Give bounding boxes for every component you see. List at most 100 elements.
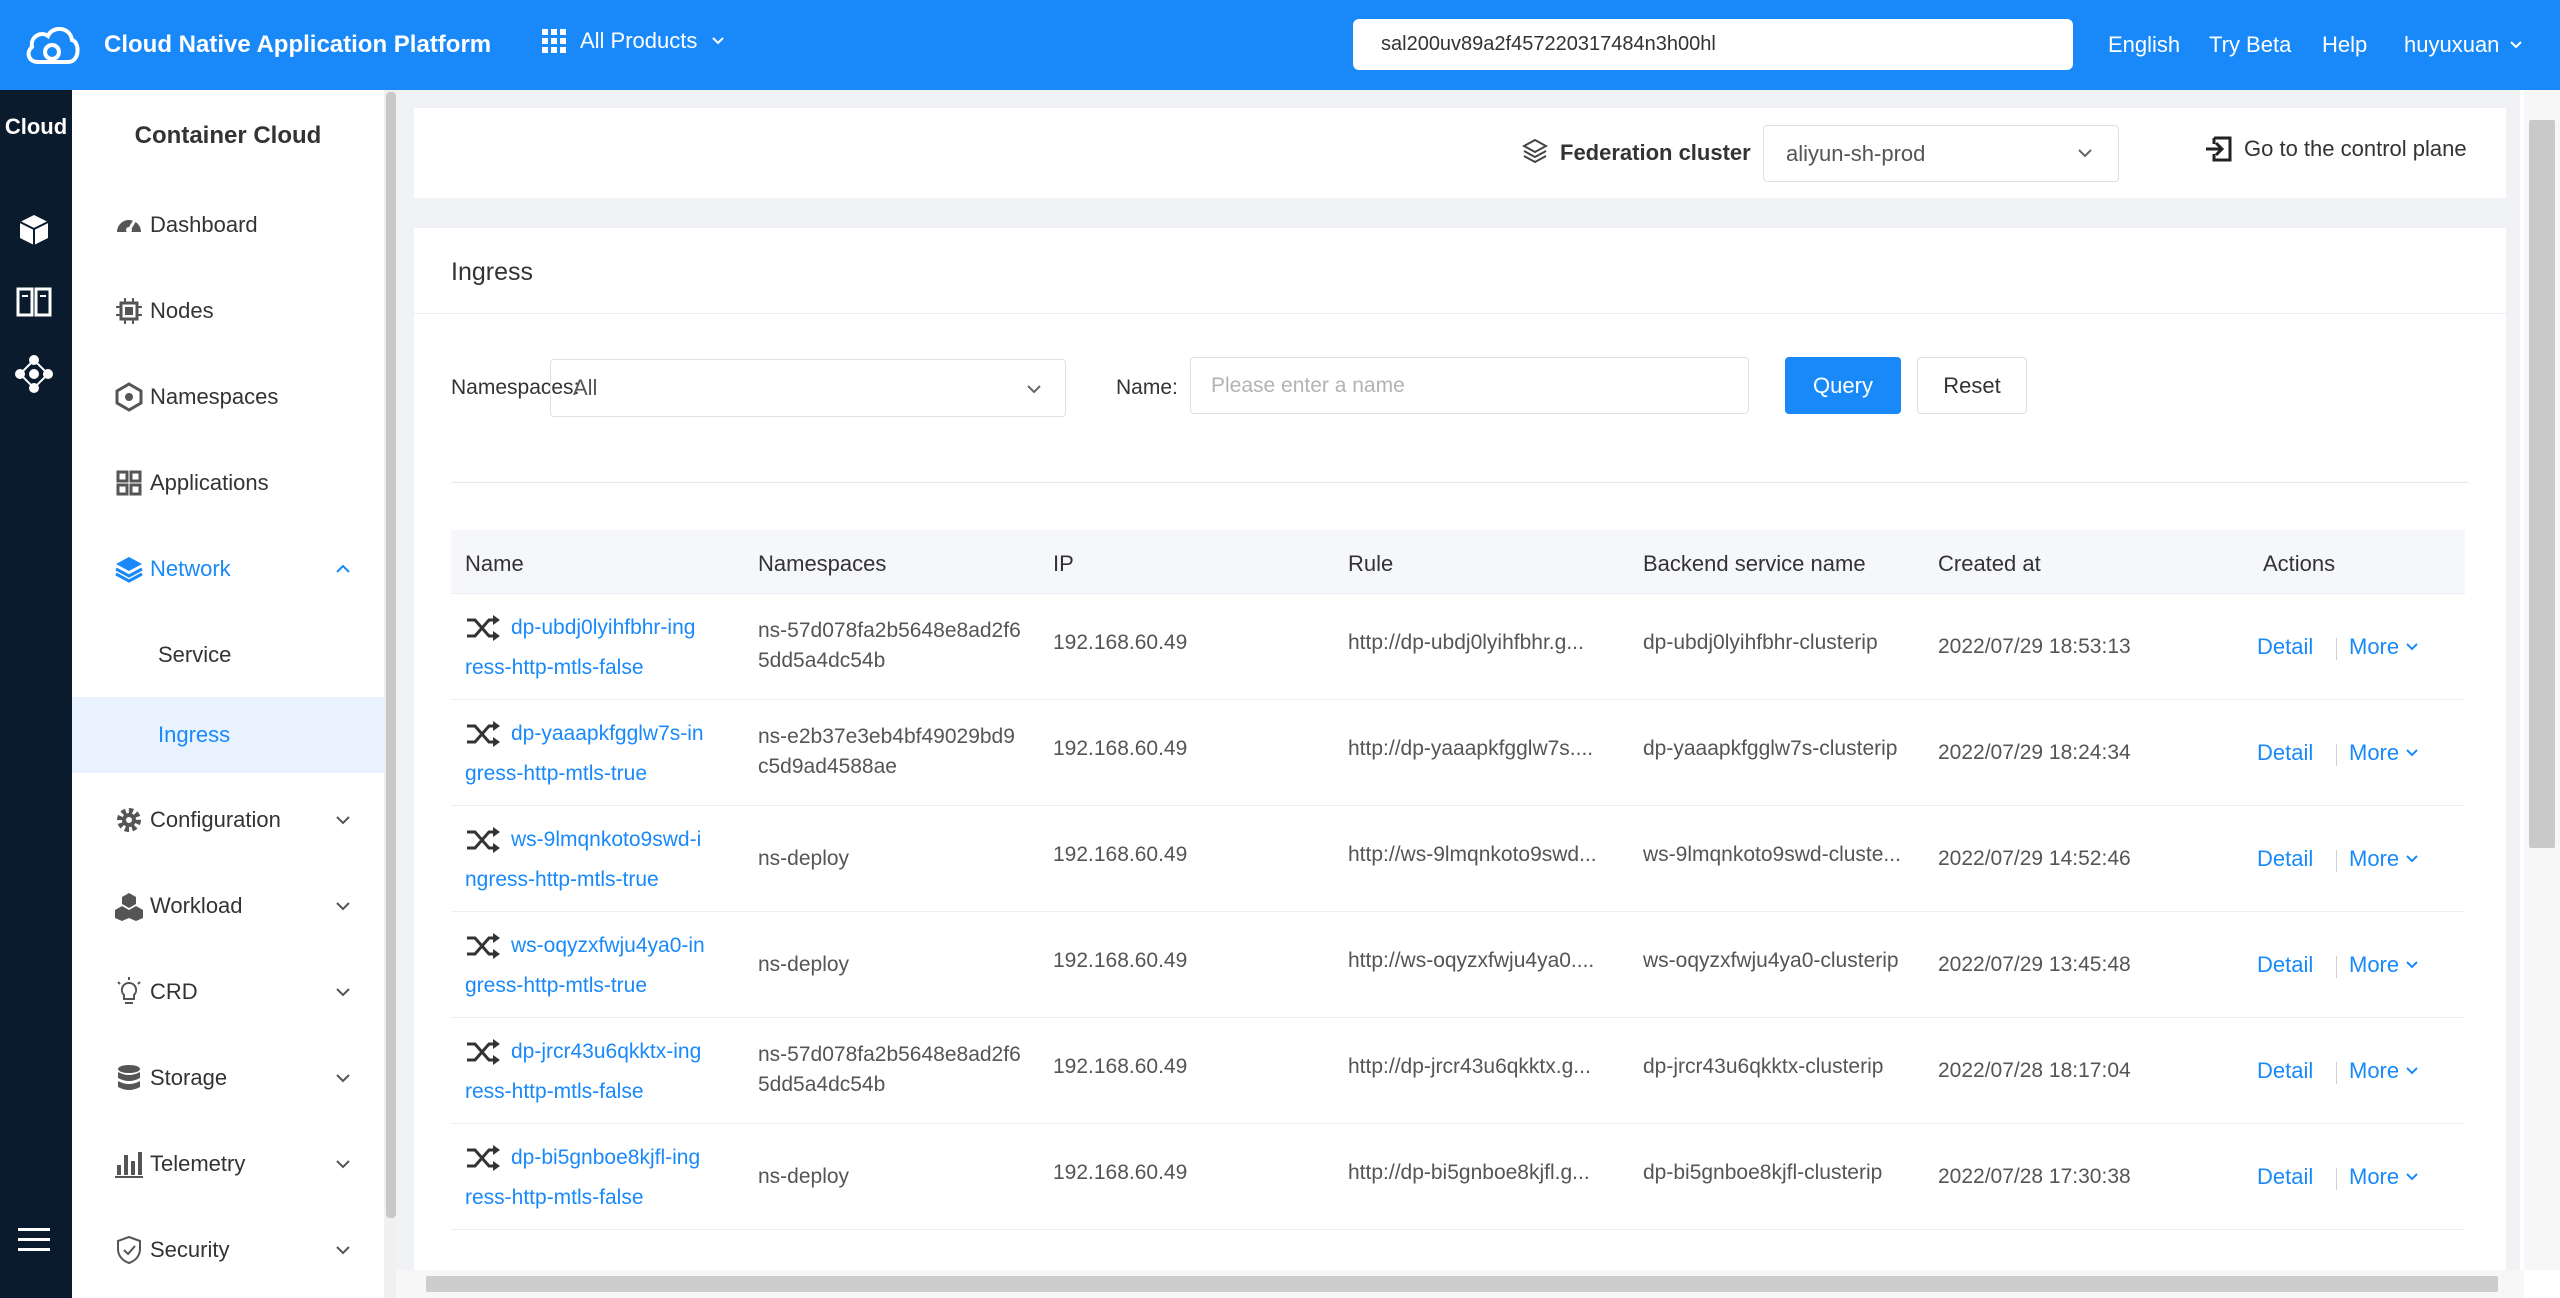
backend-service-cell: ws-oqyzxfwju4ya0-clusterip xyxy=(1643,949,1899,972)
detail-link[interactable]: Detail xyxy=(2257,952,2313,978)
cloud-logo-icon[interactable] xyxy=(24,22,80,68)
column-header-rule[interactable]: Rule xyxy=(1348,551,1393,577)
sidebar-item-label: Applications xyxy=(150,470,269,495)
detail-link[interactable]: Detail xyxy=(2257,740,2313,766)
sidebar-item-label: Security xyxy=(150,1237,230,1262)
go-to-control-plane-link[interactable]: Go to the control plane xyxy=(2204,134,2467,164)
rule-cell: http://dp-yaaapkfgglw7s.... xyxy=(1348,737,1594,760)
detail-link[interactable]: Detail xyxy=(2257,1058,2313,1084)
detail-link[interactable]: Detail xyxy=(2257,634,2313,660)
sidebar-item-label: Namespaces xyxy=(150,384,279,409)
column-header-actions: Actions xyxy=(2263,551,2336,576)
ingress-name-link[interactable]: ws-9lmqnkoto9swd-i ngress-http-mtls-true xyxy=(465,820,725,900)
sidebar-item-crd[interactable]: CRD xyxy=(72,962,384,1022)
chevron-up-icon xyxy=(336,564,350,573)
sidebar-item-label: Service xyxy=(158,642,232,667)
sidebar-item-ingress[interactable]: Ingress xyxy=(72,697,384,773)
cluster-icon[interactable] xyxy=(14,354,54,394)
column-header-created-at[interactable]: Created at xyxy=(1938,551,2041,577)
global-search-input[interactable]: sal200uv89a2f457220317484n3h00hl xyxy=(1353,19,2073,70)
column-header-namespaces[interactable]: Namespaces xyxy=(758,551,886,577)
sidebar-heading: Container Cloud xyxy=(134,122,322,149)
federation-cluster-value: aliyun-sh-prod xyxy=(1786,141,1926,166)
content-vertical-scroll-thumb[interactable] xyxy=(2529,120,2555,848)
more-dropdown[interactable]: More xyxy=(2349,846,2419,872)
detail-link[interactable]: Detail xyxy=(2257,846,2313,872)
bar-chart-icon xyxy=(115,1152,143,1178)
more-dropdown[interactable]: More xyxy=(2349,634,2419,660)
chevron-down-icon xyxy=(336,816,350,825)
ingress-name-link[interactable]: dp-ubdj0lyihfbhr-ing ress-http-mtls-false xyxy=(465,608,725,688)
more-label: More xyxy=(2349,740,2400,765)
ingress-name-link[interactable]: dp-jrcr43u6qkktx-ing ress-http-mtls-false xyxy=(465,1032,725,1112)
sidebar-item-label: Network xyxy=(150,556,231,581)
column-header-backend-service[interactable]: Backend service name xyxy=(1643,551,1866,577)
ingress-name-line: dp-jrcr43u6qkktx-ing xyxy=(511,1040,702,1063)
sidebar-item-nodes[interactable]: Nodes xyxy=(72,281,384,341)
name-input[interactable]: Please enter a name xyxy=(1190,357,1749,414)
sidebar-item-label: CRD xyxy=(150,979,198,1004)
bulb-icon xyxy=(117,977,141,1004)
ingress-name-line: dp-bi5gnboe8kjfl-ing xyxy=(511,1146,701,1169)
sidebar-item-service[interactable]: Service xyxy=(72,617,384,693)
more-dropdown[interactable]: More xyxy=(2349,1164,2419,1190)
chevron-down-icon xyxy=(336,988,350,997)
sidebar-item-storage[interactable]: Storage xyxy=(72,1048,384,1108)
user-name: huyuxuan xyxy=(2404,32,2500,57)
all-products-menu[interactable]: All Products xyxy=(542,28,725,54)
more-dropdown[interactable]: More xyxy=(2349,952,2419,978)
sidebar-item-network[interactable]: Network xyxy=(72,539,384,599)
divider xyxy=(451,482,2469,483)
name-filter-label: Name: xyxy=(1116,376,1178,399)
ingress-name-link[interactable]: dp-bi5gnboe8kjfl-ing ress-http-mtls-false xyxy=(465,1138,725,1218)
more-label: More xyxy=(2349,846,2400,871)
backend-service-cell: dp-jrcr43u6qkktx-clusterip xyxy=(1643,1055,1884,1078)
more-label: More xyxy=(2349,1164,2400,1189)
sidebar-item-applications[interactable]: Applications xyxy=(72,453,384,513)
rule-cell: http://dp-bi5gnboe8kjfl.g... xyxy=(1348,1161,1590,1184)
shuffle-icon xyxy=(467,615,500,642)
namespaces-select[interactable]: All xyxy=(550,359,1066,417)
sidebar-item-security[interactable]: Security xyxy=(72,1220,384,1280)
ingress-name-line: ress-http-mtls-false xyxy=(465,1186,644,1209)
more-label: More xyxy=(2349,1058,2400,1083)
cube-icon[interactable] xyxy=(14,210,54,250)
more-label: More xyxy=(2349,634,2400,659)
sidebar-item-workload[interactable]: Workload xyxy=(72,876,384,936)
product-rail: Cloud xyxy=(0,90,72,1298)
language-link[interactable]: English xyxy=(2108,32,2180,58)
more-dropdown[interactable]: More xyxy=(2349,740,2419,766)
query-button[interactable]: Query xyxy=(1785,357,1901,414)
rule-cell: http://ws-oqyzxfwju4ya0.... xyxy=(1348,949,1595,972)
namespace-cell: ns-deploy xyxy=(758,847,850,870)
chevron-down-icon xyxy=(2406,855,2418,863)
more-label: More xyxy=(2349,952,2400,977)
column-header-ip[interactable]: IP xyxy=(1053,551,1074,577)
ip-cell: 192.168.60.49 xyxy=(1053,631,1188,654)
sidebar-item-configuration[interactable]: Configuration xyxy=(72,790,384,850)
sidebar-item-namespaces[interactable]: Namespaces xyxy=(72,367,384,427)
ingress-name-line: ngress-http-mtls-true xyxy=(465,868,659,891)
ingress-name-link[interactable]: ws-oqyzxfwju4ya0-in gress-http-mtls-true xyxy=(465,926,725,1006)
sidebar-scrollbar[interactable] xyxy=(384,90,396,1298)
platform-title[interactable]: Cloud Native Application Platform xyxy=(104,31,491,59)
ingress-name-link[interactable]: dp-yaaapkfgglw7s-in gress-http-mtls-true xyxy=(465,714,725,794)
columns-icon[interactable] xyxy=(14,282,54,322)
table-row: dp-ubdj0lyihfbhr-ing ress-http-mtls-false… xyxy=(451,594,2465,700)
column-header-name[interactable]: Name xyxy=(465,551,524,577)
user-menu[interactable]: huyuxuan xyxy=(2404,32,2523,58)
reset-button[interactable]: Reset xyxy=(1917,357,2027,414)
help-link[interactable]: Help xyxy=(2322,32,2367,58)
try-beta-link[interactable]: Try Beta xyxy=(2209,32,2291,58)
more-dropdown[interactable]: More xyxy=(2349,1058,2419,1084)
sidebar-item-telemetry[interactable]: Telemetry xyxy=(72,1134,384,1194)
detail-link[interactable]: Detail xyxy=(2257,1164,2313,1190)
menu-icon[interactable] xyxy=(14,1220,54,1260)
chevron-down-icon xyxy=(336,1246,350,1255)
dashboard-icon xyxy=(117,219,141,233)
content-horizontal-scroll-thumb[interactable] xyxy=(426,1276,2498,1292)
federation-cluster-select[interactable]: aliyun-sh-prod xyxy=(1763,125,2119,182)
table-row: ws-oqyzxfwju4ya0-in gress-http-mtls-true n… xyxy=(451,912,2465,1018)
sidebar-scroll-thumb[interactable] xyxy=(386,92,396,1218)
sidebar-item-dashboard[interactable]: Dashboard xyxy=(72,195,384,255)
